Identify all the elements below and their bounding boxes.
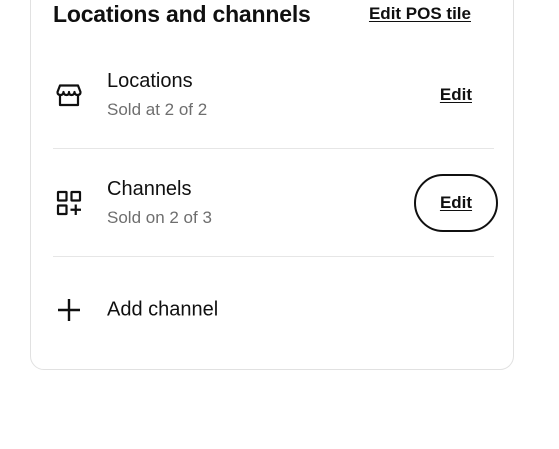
- plus-icon: [55, 296, 83, 324]
- storefront-icon: [55, 81, 83, 109]
- card-header: Locations and channels Edit POS tile: [53, 0, 471, 29]
- add-channel-button[interactable]: Add channel: [53, 277, 494, 343]
- channels-text: Channels Sold on 2 of 3: [107, 176, 212, 230]
- locations-row: Locations Sold at 2 of 2 Edit: [53, 41, 494, 149]
- channels-edit-button[interactable]: Edit: [440, 193, 472, 213]
- channels-edit-focus-ring[interactable]: Edit: [414, 173, 498, 232]
- locations-channels-card: Locations and channels Edit POS tile Loc…: [30, 0, 514, 370]
- channels-label: Channels: [107, 177, 192, 200]
- channels-row: Channels Sold on 2 of 3 Edit: [53, 149, 498, 257]
- locations-sold-count: Sold at 2 of 2: [107, 99, 208, 119]
- locations-label: Locations: [107, 69, 193, 92]
- locations-edit-button[interactable]: Edit: [440, 85, 472, 105]
- add-channel-label: Add channel: [107, 298, 219, 321]
- locations-text: Locations Sold at 2 of 2: [107, 68, 207, 122]
- edit-pos-tile-button[interactable]: Edit POS tile: [369, 4, 471, 24]
- channels-sold-count: Sold on 2 of 3: [107, 207, 212, 227]
- card-title: Locations and channels: [53, 0, 311, 27]
- grid-plus-icon: [55, 189, 83, 217]
